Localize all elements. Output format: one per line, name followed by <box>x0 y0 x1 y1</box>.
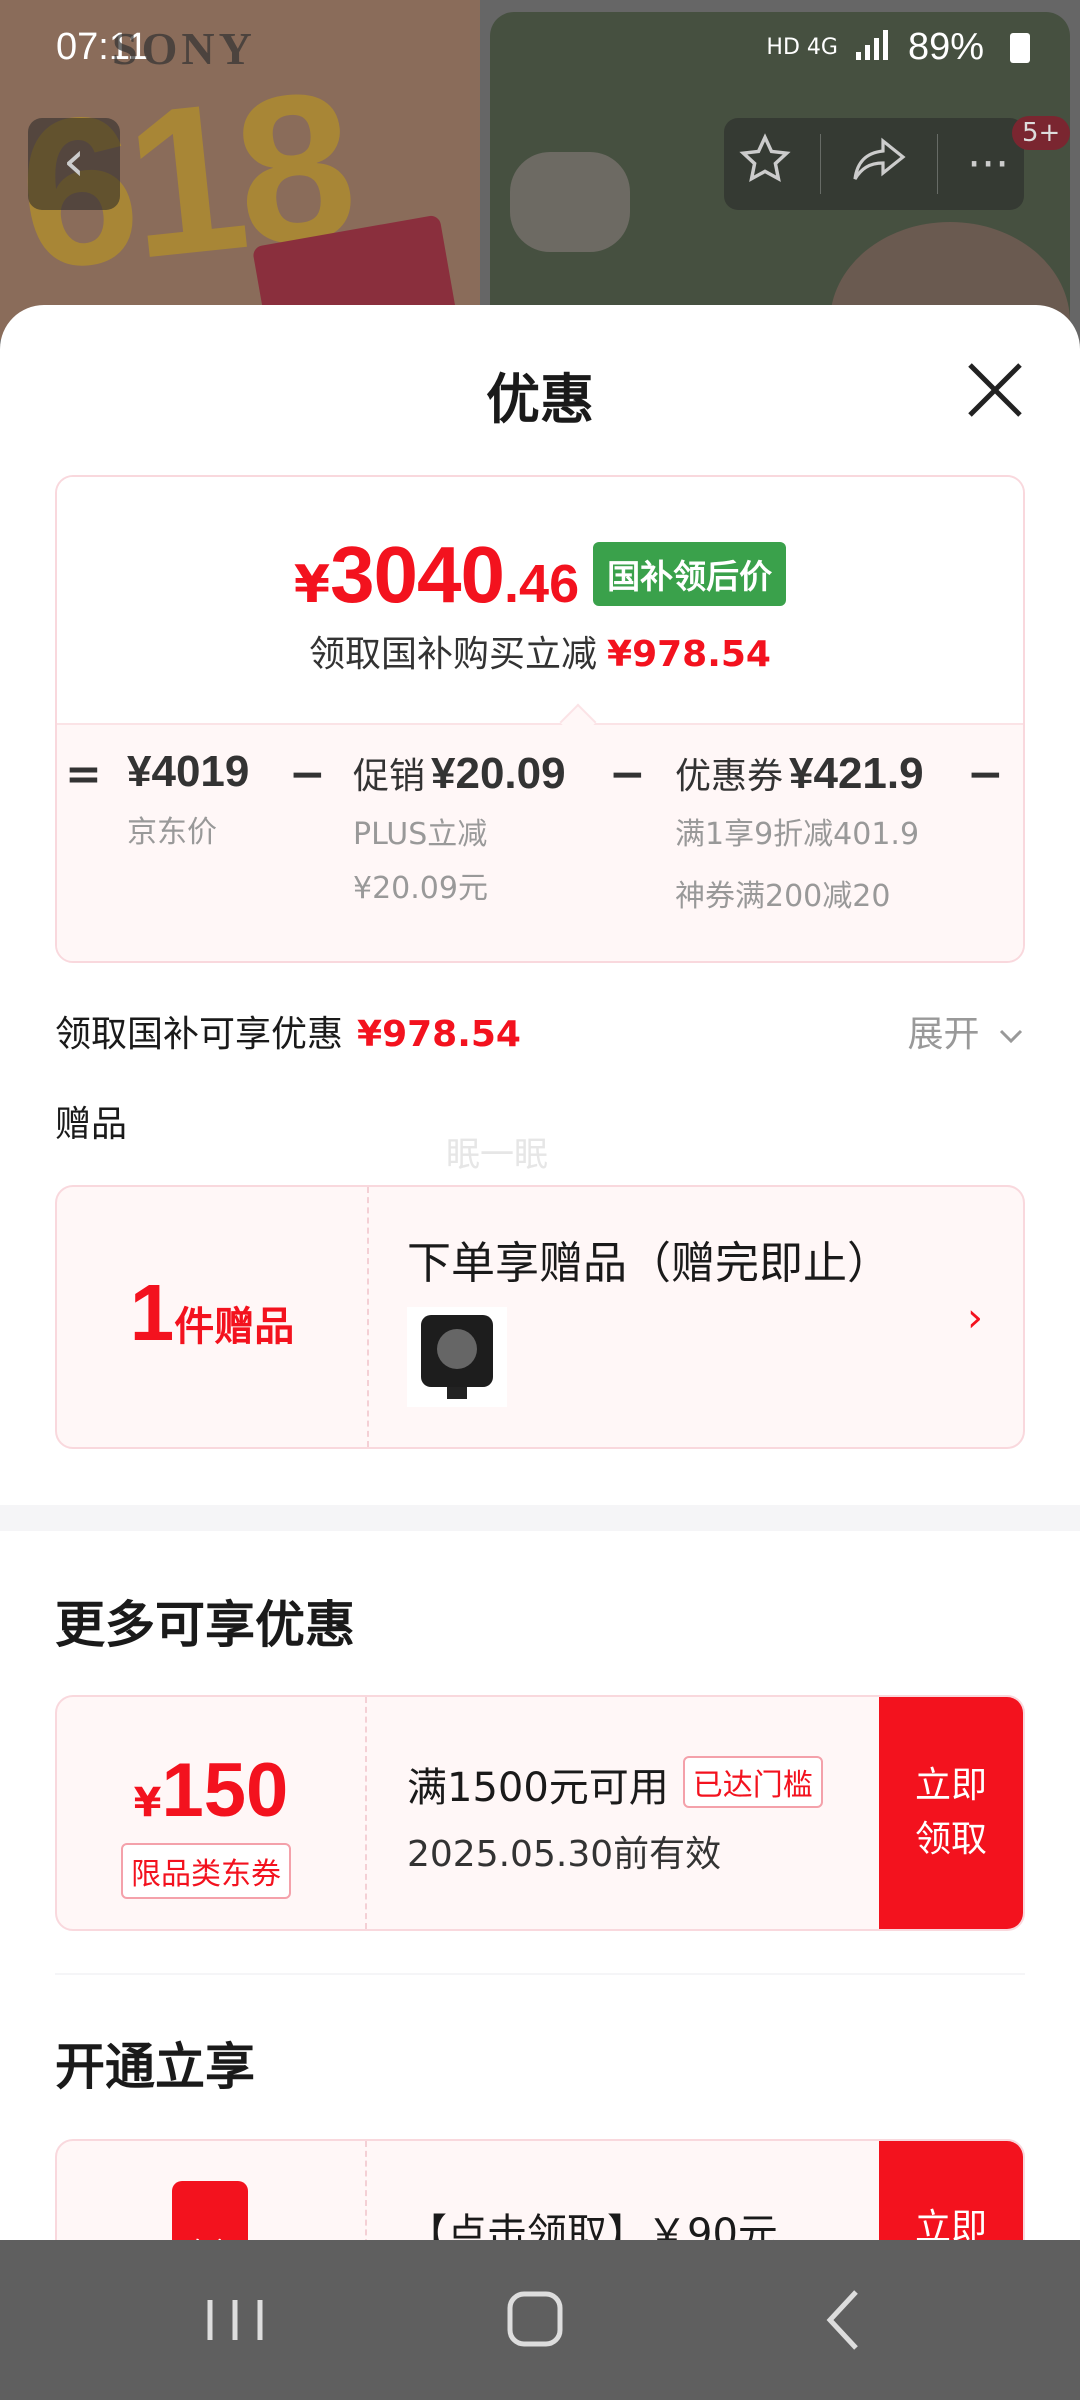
price-breakdown-card: ¥3040.46 国补领后价 领取国补购买立减 ¥978.54 = ¥4019 京东… <box>55 475 1025 963</box>
jd-price-column: ¥4019 京东价 <box>127 747 249 851</box>
jd-price: ¥4019 <box>127 747 250 796</box>
baitiao-offer-text: 【点击领取】￥90元 <box>407 2211 778 2240</box>
thumb-stand <box>447 1387 467 1399</box>
chevron-right-icon[interactable]: › <box>967 1295 983 1341</box>
status-right: HD 4G 89% <box>766 26 1030 69</box>
price-summary: ¥3040.46 国补领后价 领取国补购买立减 ¥978.54 <box>57 477 1023 723</box>
equals-sign: = <box>65 749 102 800</box>
coupon-currency: ¥ <box>133 1780 162 1826</box>
system-nav-bar <box>0 2240 1080 2400</box>
coupon-value: ¥150 <box>57 1747 365 1834</box>
coupon-column: 优惠券 ¥421.9 满1享9折减401.9 神券满200减20 <box>675 747 924 915</box>
divider <box>936 134 938 194</box>
more-discounts-title: 更多可享优惠 <box>55 1596 355 1654</box>
promo-column: 促销 ¥20.09 PLUS立减 ¥20.09元 <box>353 747 566 907</box>
baitiao-icon: 白条 <box>172 2181 248 2240</box>
available-label: 领取国补可享优惠 <box>55 1014 344 1055</box>
signal-icon <box>855 29 890 66</box>
available-amount: ¥978.54 <box>357 1014 521 1055</box>
final-price: ¥3040.46 国补领后价 <box>57 529 1023 621</box>
minus-sign: − <box>289 749 326 800</box>
baitiao-card: 白条 【点击领取】￥90元 立即 <box>55 2139 1025 2240</box>
coupon-condition: 满1500元可用 已达门槛 <box>407 1755 823 1813</box>
claim-baitiao-button[interactable]: 立即 <box>879 2141 1023 2240</box>
price-currency: ¥ <box>293 555 331 615</box>
brand-watermark: SONY <box>112 23 256 74</box>
recent-apps-icon[interactable] <box>190 2280 280 2360</box>
gift-section-label: 赠品 <box>55 1104 128 1145</box>
battery-percent: 89% <box>907 26 984 68</box>
top-actions: ··· <box>724 118 1024 210</box>
sheet-title: 优惠 <box>486 368 594 431</box>
back-button[interactable]: ‹ <box>28 118 120 210</box>
coupon-detail: 满1享9折减401.9 <box>675 817 920 852</box>
coupon-type-badge: 限品类东券 <box>121 1843 291 1899</box>
minus-sign: − <box>967 749 1004 800</box>
more-icon[interactable]: ··· <box>967 139 1009 190</box>
thumb-lens <box>437 1329 477 1369</box>
gift-count-number: 1 <box>129 1268 175 1357</box>
coupon-amount-value: 150 <box>161 1748 289 1833</box>
share-icon[interactable] <box>851 135 907 194</box>
subsidy-text: 领取国补购买立减 <box>309 634 598 675</box>
subsidy-line: 领取国补购买立减 ¥978.54 <box>57 625 1023 677</box>
home-icon[interactable] <box>490 2280 580 2360</box>
coupon-amount: ¥421.9 <box>789 749 924 798</box>
gift-title: 下单享赠品（赠完即止） <box>407 1238 891 1289</box>
expand-toggle[interactable]: 展开 <box>908 1005 1025 1057</box>
promo-amount: ¥20.09 <box>431 749 566 798</box>
gift-product-thumbnail[interactable] <box>407 1307 507 1407</box>
subsidy-available-row[interactable]: 领取国补可享优惠 ¥978.54 展开 <box>55 1005 1025 1057</box>
subsidy-price-tag: 国补领后价 <box>593 542 787 606</box>
back-nav-icon[interactable] <box>800 2280 890 2360</box>
divider <box>365 1697 367 1929</box>
promo-label: 促销 <box>353 756 426 797</box>
status-bar: 07:11 SONY HD 4G 89% <box>0 0 1080 100</box>
promo-detail: PLUS立减 <box>353 817 488 852</box>
gift-card[interactable]: 1件赠品 下单享赠品（赠完即止） › <box>55 1185 1025 1449</box>
expand-label: 展开 <box>907 1014 980 1055</box>
coupon-card: ¥150 限品类东券 满1500元可用 已达门槛 2025.05.30前有效 立即… <box>55 1695 1025 1931</box>
threshold-reached-badge: 已达门槛 <box>682 1756 823 1808</box>
subsidy-amount: ¥978.54 <box>607 634 771 675</box>
coupon-label: 优惠券 <box>675 756 784 797</box>
watermark-text: 眠一眠 <box>446 1135 548 1175</box>
network-indicator: HD 4G <box>766 35 838 60</box>
promo-detail: ¥20.09元 <box>353 871 488 906</box>
separator <box>55 1973 1025 1975</box>
divider <box>365 2141 367 2240</box>
gift-count-unit: 件赠品 <box>174 1304 295 1350</box>
gift-count: 1件赠品 <box>57 1267 367 1359</box>
notification-badge: 5+ <box>1012 116 1071 150</box>
battery-icon <box>1010 32 1030 63</box>
discount-sheet: 优惠 ¥3040.46 国补领后价 领取国补购买立减 ¥978.54 = ¥4019… <box>0 305 1080 2240</box>
divider <box>820 134 822 194</box>
coupon-validity: 2025.05.30前有效 <box>407 1834 722 1875</box>
coupon-detail: 神券满200减20 <box>675 879 891 914</box>
open-benefits-title: 开通立享 <box>55 2038 255 2096</box>
favorite-star-icon[interactable] <box>739 132 791 196</box>
price-decimal: .46 <box>504 554 580 614</box>
divider <box>367 1187 369 1447</box>
minus-sign: − <box>609 749 646 800</box>
close-icon[interactable] <box>962 357 1028 423</box>
section-divider <box>0 1505 1080 1531</box>
chevron-down-icon <box>999 1029 1023 1044</box>
price-integer: 3040 <box>330 530 505 619</box>
claim-coupon-button[interactable]: 立即领取 <box>879 1697 1023 1929</box>
jd-price-label: 京东价 <box>127 815 217 850</box>
coupon-condition-text: 满1500元可用 <box>407 1765 669 1811</box>
image-detail-hand <box>510 152 630 252</box>
